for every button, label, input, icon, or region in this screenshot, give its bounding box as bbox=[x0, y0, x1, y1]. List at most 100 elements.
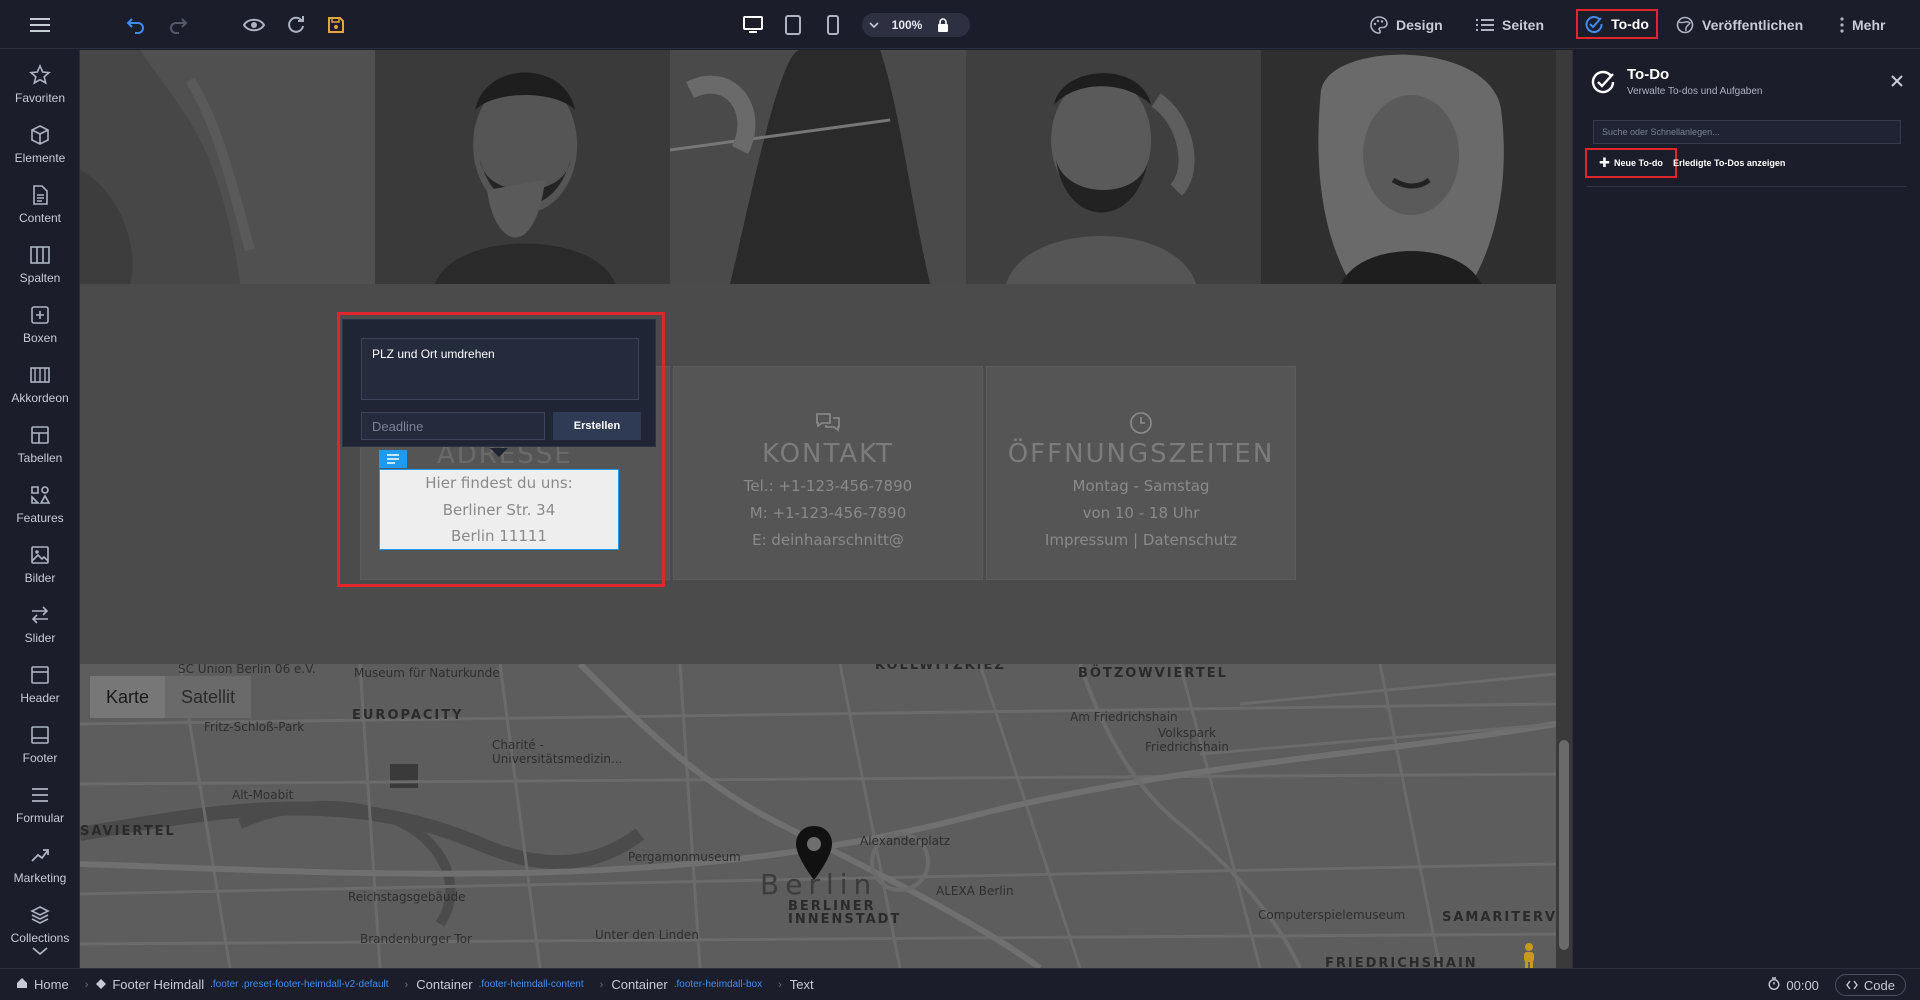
sidebar-scroll-down-icon[interactable] bbox=[30, 944, 50, 962]
pegman-icon[interactable] bbox=[1520, 942, 1538, 968]
sidebar-item-features[interactable]: Features bbox=[0, 474, 80, 534]
sidebar-item-label: Formular bbox=[15, 811, 64, 825]
new-todo-button[interactable]: ✚ Neue To-do bbox=[1585, 148, 1677, 178]
lock-icon[interactable] bbox=[928, 18, 958, 32]
sidebar-item-label: Tabellen bbox=[17, 451, 63, 465]
canvas-scrollbar[interactable] bbox=[1556, 50, 1572, 968]
pages-button[interactable]: Seiten bbox=[1476, 0, 1544, 49]
card-line: Tel.: +1-123-456-7890 bbox=[743, 477, 913, 495]
map-label: SAVIERTEL bbox=[80, 824, 176, 839]
slider-icon bbox=[29, 604, 51, 626]
sidebar-item-label: Collections bbox=[10, 931, 70, 945]
map-label: Alexanderplatz bbox=[860, 834, 951, 848]
preview-eye-icon[interactable] bbox=[236, 0, 272, 49]
todo-panel: To-Do Verwalte To-dos und Aufgaben Suche… bbox=[1572, 50, 1920, 968]
palette-icon bbox=[1370, 15, 1388, 34]
card-line: Montag - Samstag bbox=[1072, 477, 1210, 495]
sidebar-item-label: Footer bbox=[22, 751, 58, 765]
zoom-control[interactable]: 100% bbox=[862, 13, 970, 37]
breadcrumb-label: Container bbox=[416, 977, 473, 992]
layers-icon bbox=[29, 904, 51, 926]
todo-text-input[interactable]: PLZ und Ort umdrehen bbox=[361, 338, 639, 400]
gallery-photo[interactable] bbox=[375, 50, 671, 284]
menu-icon[interactable] bbox=[20, 0, 60, 49]
code-icon bbox=[1846, 978, 1858, 993]
zoom-value: 100% bbox=[891, 18, 923, 32]
map-label: ALEXA Berlin bbox=[936, 884, 1014, 898]
desktop-view-icon[interactable] bbox=[736, 0, 770, 49]
more-button[interactable]: Mehr bbox=[1840, 0, 1885, 49]
sidebar-item-tabellen[interactable]: Tabellen bbox=[0, 414, 80, 474]
chat-icon bbox=[674, 411, 982, 433]
map[interactable]: Karte Satellit SC Union Berlin 06 e.V. M… bbox=[80, 664, 1556, 968]
contact-card[interactable]: KONTAKT Tel.: +1-123-456-7890 M: +1-123-… bbox=[673, 366, 983, 580]
photo-gallery bbox=[80, 50, 1557, 284]
sidebar-item-spalten[interactable]: Spalten bbox=[0, 234, 80, 294]
map-label: Charité - Universitätsmedizin... bbox=[492, 738, 623, 766]
sidebar-item-akkordeon[interactable]: Akkordeon bbox=[0, 354, 80, 414]
sidebar-item-marketing[interactable]: Marketing bbox=[0, 834, 80, 894]
todo-search-input[interactable]: Suche oder Schnellanlegen... bbox=[1593, 120, 1901, 144]
page-canvas[interactable]: KONTAKT Tel.: +1-123-456-7890 M: +1-123-… bbox=[80, 50, 1572, 968]
code-button[interactable]: Code bbox=[1834, 974, 1906, 996]
gallery-photo[interactable] bbox=[1260, 50, 1557, 284]
map-label: EUROPACITY bbox=[352, 708, 464, 723]
todo-popup: PLZ und Ort umdrehen Deadline Erstellen bbox=[342, 319, 656, 447]
sidebar-item-footer[interactable]: Footer bbox=[0, 714, 80, 774]
sidebar-item-bilder[interactable]: Bilder bbox=[0, 534, 80, 594]
breadcrumb-label: Home bbox=[34, 977, 69, 992]
image-icon bbox=[29, 544, 51, 566]
map-type-satellite[interactable]: Satellit bbox=[165, 676, 251, 718]
breadcrumb-separator: › bbox=[84, 978, 89, 991]
check-circle-icon bbox=[1585, 15, 1603, 33]
breadcrumb-item-footer[interactable]: Footer Heimdall .footer .preset-footer-h… bbox=[96, 977, 389, 992]
sidebar-item-slider[interactable]: Slider bbox=[0, 594, 80, 654]
undo-icon[interactable] bbox=[118, 0, 154, 49]
canvas-scroll-thumb[interactable] bbox=[1559, 740, 1569, 950]
create-button[interactable]: Erstellen bbox=[553, 412, 641, 440]
breadcrumb-label: Footer Heimdall bbox=[112, 977, 205, 992]
table-icon bbox=[29, 424, 51, 446]
map-label: Museum für Naturkunde bbox=[354, 666, 500, 680]
gallery-photo[interactable] bbox=[965, 50, 1261, 284]
map-type-switch: Karte Satellit bbox=[90, 676, 252, 718]
sidebar-item-elemente[interactable]: Elemente bbox=[0, 114, 80, 174]
tablet-view-icon[interactable] bbox=[776, 0, 810, 49]
map-type-map[interactable]: Karte bbox=[90, 676, 166, 718]
sidebar-item-favoriten[interactable]: Favoriten bbox=[0, 54, 80, 114]
breadcrumb-item-container[interactable]: Container .footer-heimdall-content bbox=[416, 977, 583, 992]
save-icon[interactable] bbox=[318, 0, 354, 49]
status-area: 00:00 Code bbox=[1768, 969, 1906, 1000]
breadcrumb-item-text[interactable]: Text bbox=[790, 977, 814, 992]
sidebar-item-header[interactable]: Header bbox=[0, 654, 80, 714]
breadcrumb-class: .footer-heimdall-content bbox=[478, 979, 584, 990]
breadcrumb-item-container[interactable]: Container .footer-heimdall-box bbox=[611, 977, 762, 992]
opening-hours-card[interactable]: ÖFFNUNGSZEITEN Montag - Samstag von 10 -… bbox=[986, 366, 1296, 580]
design-label: Design bbox=[1396, 16, 1443, 33]
code-label: Code bbox=[1863, 977, 1895, 993]
publish-button[interactable]: Veröffentlichen bbox=[1676, 0, 1803, 49]
marketing-icon bbox=[29, 844, 51, 866]
gallery-photo[interactable] bbox=[670, 50, 966, 284]
show-done-todos-link[interactable]: Erledigte To-Dos anzeigen bbox=[1673, 158, 1785, 168]
design-button[interactable]: Design bbox=[1370, 0, 1443, 49]
close-icon[interactable] bbox=[1891, 74, 1903, 92]
breadcrumb-item-home[interactable]: Home bbox=[16, 977, 69, 992]
refresh-icon[interactable] bbox=[278, 0, 314, 49]
todo-button[interactable]: To-do bbox=[1576, 9, 1658, 39]
sidebar-item-content[interactable]: Content bbox=[0, 174, 80, 234]
component-icon bbox=[96, 977, 107, 992]
sidebar-item-formular[interactable]: Formular bbox=[0, 774, 80, 834]
mobile-view-icon[interactable] bbox=[816, 0, 850, 49]
map-pin-icon[interactable] bbox=[794, 824, 834, 887]
clock-icon bbox=[987, 411, 1295, 435]
breadcrumb-class: .footer .preset-footer-heimdall-v2-defau… bbox=[210, 979, 389, 990]
gallery-photo[interactable] bbox=[80, 50, 376, 284]
home-icon bbox=[16, 977, 28, 992]
redo-icon[interactable] bbox=[160, 0, 196, 49]
map-label: KOLLWITZKIEZ bbox=[875, 664, 1006, 673]
deadline-input[interactable]: Deadline bbox=[361, 412, 545, 440]
accordion-icon bbox=[29, 364, 51, 386]
box-plus-icon bbox=[29, 304, 51, 326]
sidebar-item-boxen[interactable]: Boxen bbox=[0, 294, 80, 354]
